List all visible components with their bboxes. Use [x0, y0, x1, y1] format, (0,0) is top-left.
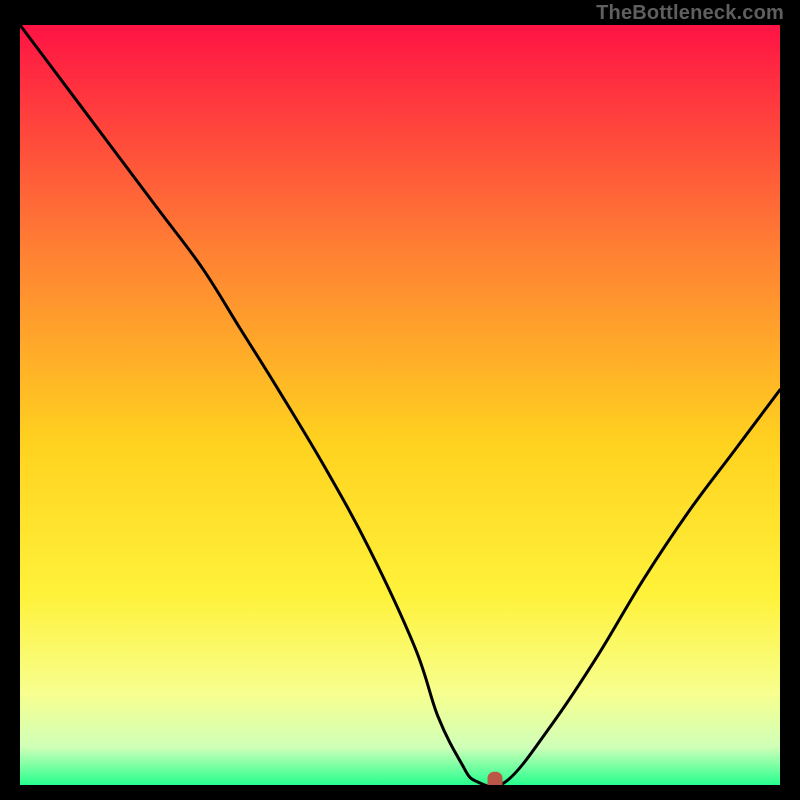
gradient-background	[20, 25, 780, 785]
bottleneck-marker	[488, 772, 502, 785]
watermark-text: TheBottleneck.com	[596, 2, 784, 25]
bottleneck-chart	[20, 25, 780, 785]
chart-frame: TheBottleneck.com	[0, 0, 800, 800]
plot-area	[20, 25, 780, 785]
